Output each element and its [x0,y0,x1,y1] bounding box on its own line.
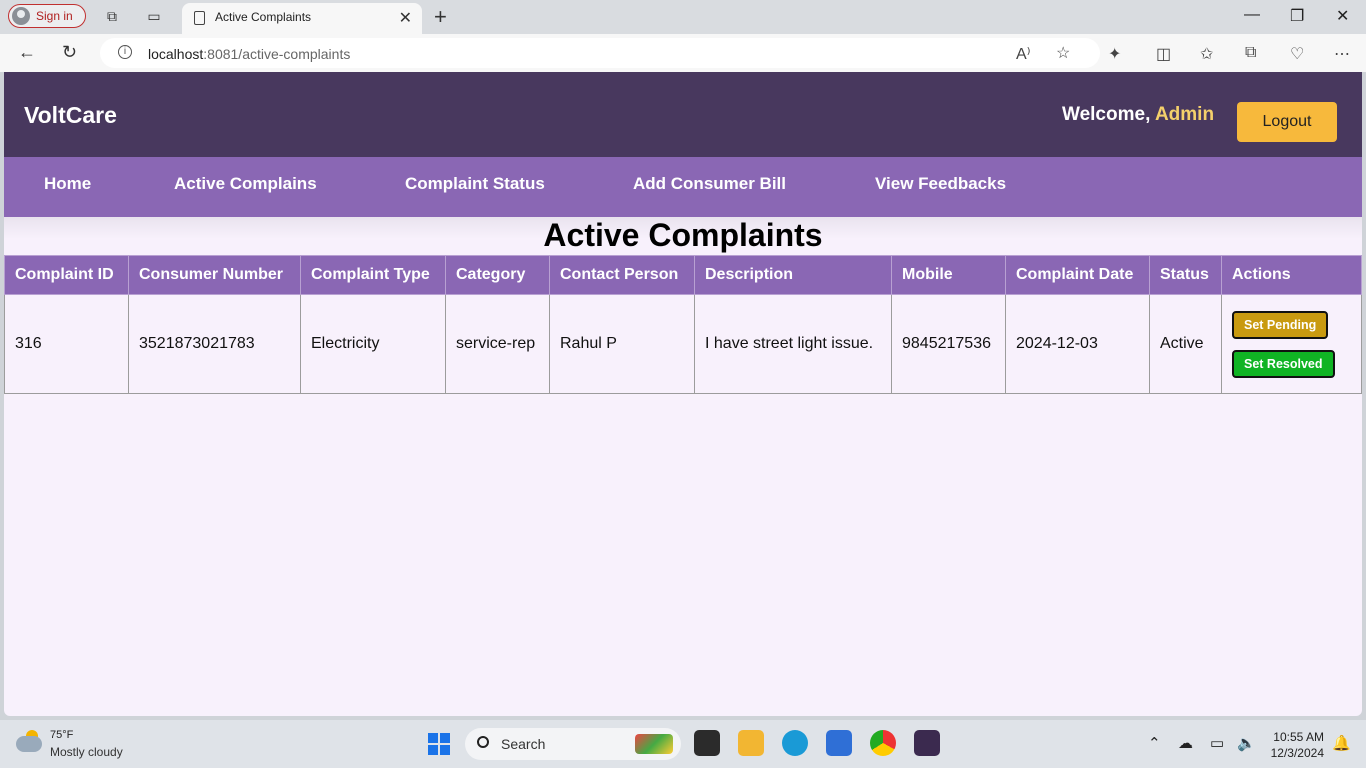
url-host: localhost [148,46,204,62]
set-pending-button[interactable]: Set Pending [1232,310,1329,339]
logout-button[interactable]: Logout [1237,102,1337,142]
col-status: Status [1149,255,1222,295]
edge-icon[interactable] [782,730,808,756]
weather-temperature: 75°F [50,729,74,741]
col-complaint-date: Complaint Date [1005,255,1150,295]
notification-bell-icon[interactable]: 🔔 [1332,734,1351,752]
table-row: 316 3521873021783 Electricity service-re… [4,294,1362,394]
page-icon [194,11,205,25]
weather-description: Mostly cloudy [50,745,123,759]
tab-actions-icon[interactable]: ▭ [146,8,162,24]
read-aloud-icon[interactable]: A⁾ [1016,44,1031,64]
onedrive-icon[interactable]: ☁ [1178,734,1193,752]
welcome-text: Welcome, Admin [1062,104,1214,126]
cell-status: Active [1149,294,1222,394]
sign-in-button[interactable]: Sign in [8,4,86,28]
complaints-table: Complaint ID Consumer Number Complaint T… [4,255,1362,394]
table-header-row: Complaint ID Consumer Number Complaint T… [4,255,1362,295]
col-actions: Actions [1221,255,1362,295]
search-highlight-icon [635,734,673,754]
refresh-icon[interactable]: ↻ [62,42,77,63]
nav-complaint-status[interactable]: Complaint Status [405,174,545,194]
page-title: Active Complaints [543,217,823,253]
col-category: Category [445,255,550,295]
file-explorer-icon[interactable] [738,730,764,756]
volume-icon[interactable]: 🔈 [1237,734,1256,752]
new-tab-icon[interactable]: + [434,4,447,30]
nav-active-complains[interactable]: Active Complains [174,174,317,194]
col-consumer-number: Consumer Number [128,255,301,295]
store-icon[interactable] [826,730,852,756]
split-screen-icon[interactable]: ◫ [1156,44,1171,64]
cell-actions: Set Pending Set Resolved [1221,294,1362,394]
task-view-icon[interactable] [694,730,720,756]
cell-description: I have street light issue. [694,294,892,394]
more-menu-icon[interactable]: ⋯ [1334,44,1350,64]
display-icon[interactable]: ▭ [1210,734,1224,752]
chrome-icon[interactable] [870,730,896,756]
cloud-icon [16,736,42,752]
app-icon[interactable] [914,730,940,756]
browser-tab-strip: Sign in ⧉ ▭ Active Complaints ✕ + — ❐ ✕ [0,0,1366,34]
site-header: VoltCare Welcome, Admin Logout [4,72,1362,157]
col-complaint-id: Complaint ID [4,255,129,295]
set-resolved-button[interactable]: Set Resolved [1232,349,1335,378]
col-complaint-type: Complaint Type [300,255,446,295]
welcome-prefix: Welcome, [1062,104,1151,125]
clock-date: 12/3/2024 [1270,746,1324,760]
nav-view-feedbacks[interactable]: View Feedbacks [875,174,1006,194]
clock[interactable]: 10:55 AM 12/3/2024 [1264,729,1324,761]
browser-tab-active[interactable]: Active Complaints ✕ [182,3,422,34]
extensions-icon[interactable]: ✦ [1108,44,1121,64]
site-info-icon[interactable]: i [118,45,132,59]
username: Admin [1154,104,1215,125]
tab-title: Active Complaints [215,10,312,24]
favorite-star-icon[interactable]: ☆ [1056,43,1070,63]
cell-complaint-id: 316 [4,294,129,394]
nav-home[interactable]: Home [44,174,91,194]
page-viewport: VoltCare Welcome, Admin Logout Home Acti… [4,72,1362,716]
collections-icon[interactable]: ⧉ [1245,44,1256,62]
main-nav: Home Active Complains Complaint Status A… [4,157,1362,217]
col-description: Description [694,255,892,295]
cell-category: service-rep [445,294,550,394]
tab-close-icon[interactable]: ✕ [399,8,412,28]
brand-logo[interactable]: VoltCare [24,102,117,129]
close-window-icon[interactable]: ✕ [1336,6,1349,26]
nav-add-consumer-bill[interactable]: Add Consumer Bill [633,174,786,194]
search-icon [477,736,489,748]
back-icon[interactable]: ← [18,42,36,63]
favorites-icon[interactable]: ✩ [1200,44,1213,64]
url-path: :8081/active-complaints [203,46,351,62]
search-label: Search [501,736,546,752]
clock-time: 10:55 AM [1273,730,1324,744]
browser-essentials-icon[interactable]: ♡ [1290,44,1304,64]
cell-contact-person: Rahul P [549,294,695,394]
url-field[interactable]: i localhost:8081/active-complaints A⁾ ☆ [100,38,1100,68]
profile-icon [12,7,30,25]
restore-icon[interactable]: ❐ [1290,6,1304,26]
address-bar-row: ← ↻ i localhost:8081/active-complaints A… [0,34,1366,72]
col-mobile: Mobile [891,255,1006,295]
taskbar: 75°F Mostly cloudy Search ⌃ ☁ ▭ 🔈 10:55 … [0,720,1366,768]
url-text: localhost:8081/active-complaints [148,46,350,62]
cell-mobile: 9845217536 [891,294,1006,394]
cell-complaint-type: Electricity [300,294,446,394]
cell-complaint-date: 2024-12-03 [1005,294,1150,394]
col-contact-person: Contact Person [549,255,695,295]
minimize-icon[interactable]: — [1244,6,1260,24]
tray-expand-icon[interactable]: ⌃ [1148,734,1161,752]
sign-in-label: Sign in [36,9,73,23]
windows-start-icon[interactable] [428,733,450,755]
workspaces-icon[interactable]: ⧉ [104,8,120,24]
cell-consumer-number: 3521873021783 [128,294,301,394]
taskbar-search[interactable]: Search [465,728,681,760]
